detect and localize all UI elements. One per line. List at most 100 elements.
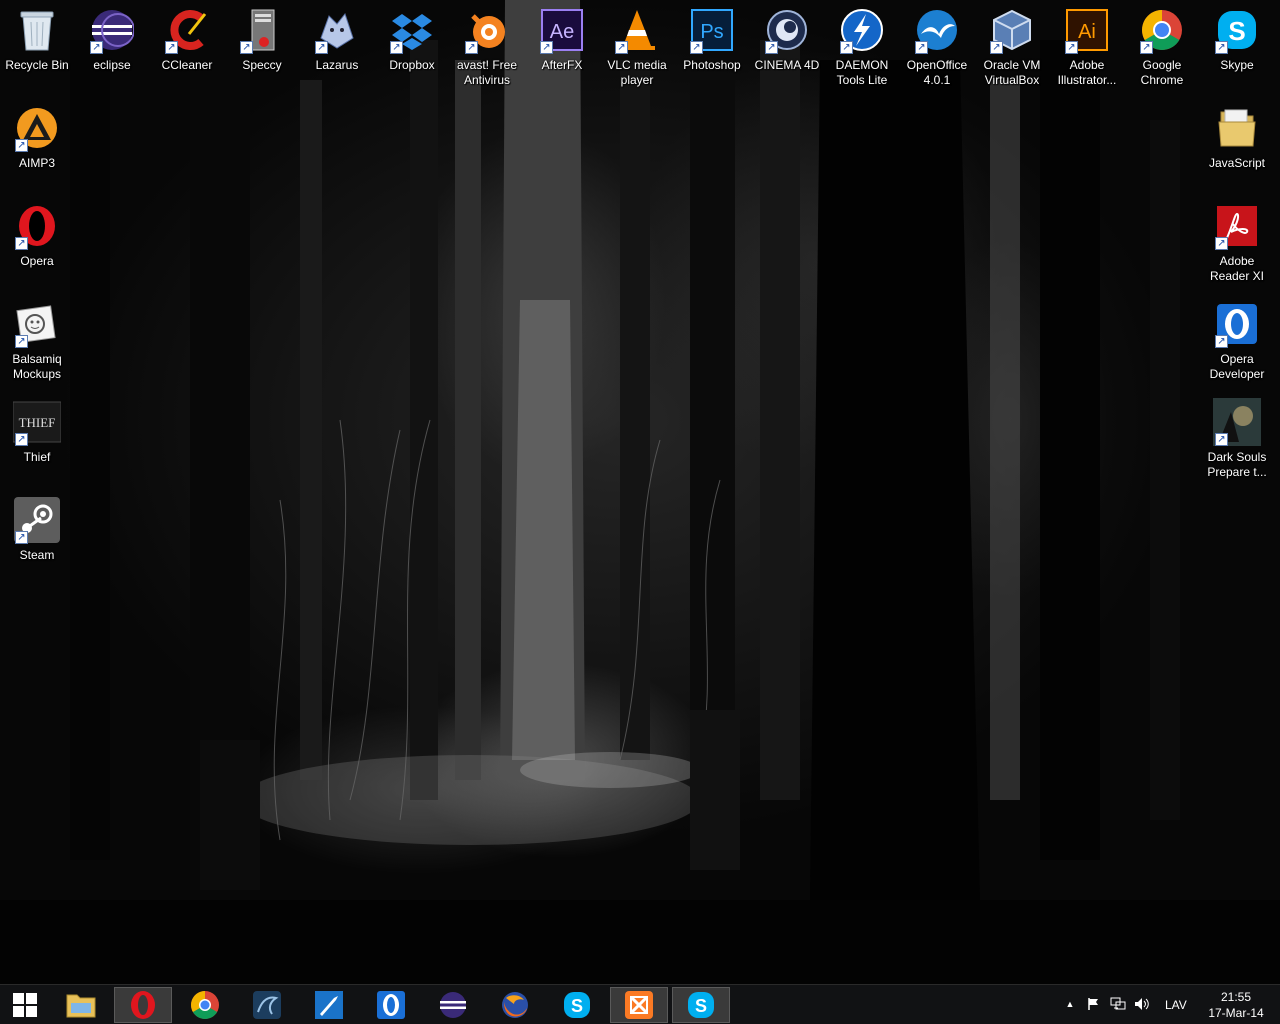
- xampp-icon: [625, 991, 653, 1019]
- desktop-icon-label: eclipse: [93, 58, 131, 72]
- shortcut-arrow-icon: ↗: [1215, 335, 1228, 348]
- desktop-icon-lazarus[interactable]: ↗ Lazarus: [300, 0, 374, 94]
- volume-icon[interactable]: [1134, 995, 1150, 1013]
- svg-text:Ai: Ai: [1078, 21, 1096, 43]
- desktop-icon-cinema4d[interactable]: ↗ CINEMA 4D: [750, 0, 824, 94]
- desktop-icon-label: JavaScript: [1208, 156, 1266, 170]
- clock-date[interactable]: 17-Mar-14: [1200, 1006, 1272, 1020]
- desktop-icon-virtualbox[interactable]: ↗ Oracle VM VirtualBox: [975, 0, 1049, 94]
- desktop-icon-eclipse[interactable]: ↗ eclipse: [75, 0, 149, 94]
- skype-icon: S: [564, 992, 590, 1018]
- desktop-icon-label: Photoshop: [683, 58, 741, 72]
- taskbar-visual-studio[interactable]: [300, 987, 358, 1023]
- forest-wallpaper-image: [0, 0, 1280, 984]
- taskbar-skype[interactable]: S: [548, 987, 606, 1023]
- svg-text:S: S: [695, 996, 707, 1016]
- desktop-icon-label: Skype: [1220, 58, 1254, 72]
- desktop-icon-dark-souls[interactable]: ↗ Dark Souls Prepare t...: [1200, 392, 1274, 486]
- desktop-icon-label: Opera Developer: [1209, 352, 1265, 381]
- taskbar-firefox[interactable]: [486, 987, 544, 1023]
- shortcut-arrow-icon: ↗: [690, 41, 703, 54]
- opera-icon: [131, 991, 155, 1019]
- shortcut-arrow-icon: ↗: [240, 41, 253, 54]
- desktop-icon-label: CINEMA 4D: [754, 58, 820, 72]
- file-explorer-icon: [66, 994, 96, 1018]
- chrome-icon: [191, 991, 219, 1019]
- desktop-icon-avast[interactable]: ↗ avast! Free Antivirus: [450, 0, 524, 94]
- steam-icon: ↗: [13, 496, 61, 544]
- taskbar-opera[interactable]: [114, 987, 172, 1023]
- desktop-wallpaper: [0, 0, 1280, 984]
- desktop-icon-opera-developer[interactable]: ↗ Opera Developer: [1200, 294, 1274, 388]
- svg-text:Ps: Ps: [700, 21, 723, 43]
- svg-text:S: S: [1228, 16, 1245, 46]
- desktop-icon-afterfx[interactable]: Ae ↗ AfterFX: [525, 0, 599, 94]
- desktop-icon-label: Steam: [19, 548, 55, 562]
- desktop-icon-vlc[interactable]: ↗ VLC media player: [600, 0, 674, 94]
- shortcut-arrow-icon: ↗: [990, 41, 1003, 54]
- taskbar-skype-running[interactable]: S: [672, 987, 730, 1023]
- desktop-icon-label: Adobe Reader XI: [1209, 254, 1265, 283]
- windows-start-icon: [13, 993, 37, 1017]
- desktop-icon-javascript-folder[interactable]: JavaScript: [1200, 98, 1274, 192]
- balsamiq-icon: ↗: [13, 300, 61, 348]
- vlc-cone-icon: ↗: [613, 6, 661, 54]
- shortcut-arrow-icon: ↗: [315, 41, 328, 54]
- desktop-icon-speccy[interactable]: ↗ Speccy: [225, 0, 299, 94]
- svg-text:Ae: Ae: [550, 21, 574, 43]
- input-language-indicator[interactable]: LAV: [1165, 998, 1187, 1012]
- network-icon[interactable]: [1110, 995, 1126, 1013]
- desktop-icon-label: Recycle Bin: [5, 58, 69, 72]
- desktop-icon-illustrator[interactable]: Ai ↗ Adobe Illustrator...: [1050, 0, 1124, 94]
- chrome-icon: ↗: [1138, 6, 1186, 54]
- desktop-icon-chrome[interactable]: ↗ Google Chrome: [1125, 0, 1199, 94]
- illustrator-icon: Ai ↗: [1063, 6, 1111, 54]
- taskbar-mysql-workbench[interactable]: [238, 987, 296, 1023]
- skype-icon: S: [688, 992, 714, 1018]
- desktop-icon-opera[interactable]: ↗ Opera: [0, 196, 74, 290]
- clock-time[interactable]: 21:55: [1208, 990, 1264, 1004]
- taskbar-file-explorer[interactable]: [52, 987, 110, 1023]
- taskbar-eclipse[interactable]: [424, 987, 482, 1023]
- taskbar-chrome[interactable]: [176, 987, 234, 1023]
- taskbar-xampp[interactable]: [610, 987, 668, 1023]
- photoshop-icon: Ps ↗: [688, 6, 736, 54]
- virtualbox-cube-icon: ↗: [988, 6, 1036, 54]
- shortcut-arrow-icon: ↗: [540, 41, 553, 54]
- desktop-icon-label: avast! Free Antivirus: [456, 58, 518, 87]
- desktop-icon-openoffice[interactable]: ↗ OpenOffice 4.0.1: [900, 0, 974, 94]
- desktop-icon-skype[interactable]: S ↗ Skype: [1200, 0, 1274, 94]
- desktop-icon-label: Thief: [23, 450, 51, 464]
- desktop-icon-photoshop[interactable]: Ps ↗ Photoshop: [675, 0, 749, 94]
- visual-studio-icon: [315, 991, 343, 1019]
- desktop-icon-balsamiq[interactable]: ↗ Balsamiq Mockups: [0, 294, 74, 388]
- desktop-icon-ccleaner[interactable]: ↗ CCleaner: [150, 0, 224, 94]
- show-hidden-icons-button[interactable]: ▲: [1062, 995, 1078, 1013]
- shortcut-arrow-icon: ↗: [840, 41, 853, 54]
- desktop-icon-aimp3[interactable]: ↗ AIMP3: [0, 98, 74, 192]
- taskbar-opera-developer[interactable]: [362, 987, 420, 1023]
- desktop-icon-recycle-bin[interactable]: Recycle Bin: [0, 0, 74, 94]
- eclipse-icon: [440, 992, 466, 1018]
- ccleaner-icon: ↗: [163, 6, 211, 54]
- desktop-icon-label: DAEMON Tools Lite: [835, 58, 889, 87]
- desktop-icon-thief[interactable]: THIEF ↗ Thief: [0, 392, 74, 486]
- action-center-flag-icon[interactable]: [1086, 995, 1102, 1013]
- desktop-icon-dropbox[interactable]: ↗ Dropbox: [375, 0, 449, 94]
- desktop-icon-label: Dropbox: [389, 58, 435, 72]
- desktop-icon-daemon-tools[interactable]: ↗ DAEMON Tools Lite: [825, 0, 899, 94]
- skype-icon: S ↗: [1213, 6, 1261, 54]
- shortcut-arrow-icon: ↗: [1140, 41, 1153, 54]
- desktop-icon-adobe-reader[interactable]: ↗ Adobe Reader XI: [1200, 196, 1274, 290]
- desktop-icon-steam[interactable]: ↗ Steam: [0, 490, 74, 584]
- cinema4d-icon: ↗: [763, 6, 811, 54]
- desktop-icon-label: Balsamiq Mockups: [12, 352, 62, 381]
- shortcut-arrow-icon: ↗: [615, 41, 628, 54]
- shortcut-arrow-icon: ↗: [15, 433, 28, 446]
- dark-souls-game-icon: ↗: [1213, 398, 1261, 446]
- opera-developer-icon: ↗: [1213, 300, 1261, 348]
- desktop-icon-label: Adobe Illustrator...: [1057, 58, 1117, 87]
- firefox-icon: [502, 992, 528, 1018]
- start-button[interactable]: [0, 987, 50, 1023]
- desktop-icon-label: Dark Souls Prepare t...: [1207, 450, 1267, 479]
